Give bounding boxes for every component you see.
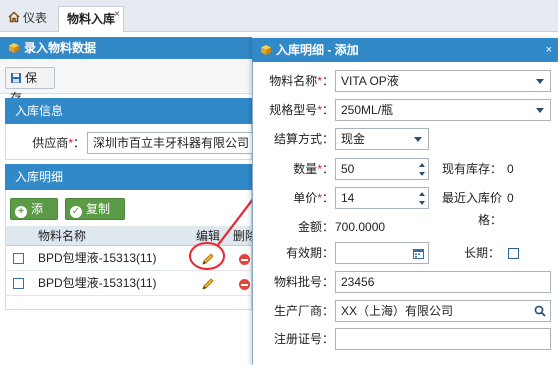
tab-close-icon[interactable]: × <box>114 3 120 27</box>
amount-value: 700.0000 <box>335 220 386 234</box>
decrement-icon[interactable] <box>419 201 425 205</box>
row-material-name: BPD包埋液-15313(11) <box>38 251 157 265</box>
spec-select[interactable]: 250ML/瓶 <box>335 99 551 121</box>
chevron-down-icon <box>536 108 544 113</box>
entry-panel-header: 录入物料数据 <box>0 37 252 59</box>
last-price-value: 0 <box>507 191 514 205</box>
dialog-close-icon[interactable]: × <box>546 38 552 62</box>
batch-number-input[interactable]: 23456 <box>335 271 551 293</box>
check-icon: ✓ <box>70 206 82 218</box>
long-term-label: 长期： <box>463 246 500 260</box>
search-icon[interactable] <box>534 305 546 317</box>
supplier-label: 供应商*： <box>32 136 85 150</box>
row-material-name: BPD包埋液-15313(11) <box>38 276 157 290</box>
dialog-header: 入库明细 - 添加 × <box>252 38 558 62</box>
stock-value: 0 <box>507 162 514 176</box>
long-term-checkbox[interactable] <box>508 248 519 259</box>
col-material-name[interactable]: 物料名称 <box>38 226 86 246</box>
increment-icon[interactable] <box>419 163 425 167</box>
row-checkbox[interactable] <box>13 278 24 289</box>
expiry-label: 有效期： <box>285 246 334 260</box>
price-label: 单价*： <box>293 191 334 205</box>
decrement-icon[interactable] <box>419 172 425 176</box>
quantity-label: 数量*： <box>293 162 334 176</box>
chevron-down-icon <box>414 137 422 142</box>
plus-icon: + <box>15 206 27 218</box>
quantity-stepper[interactable]: 50 <box>335 158 429 180</box>
batch-label: 物料批号： <box>273 275 334 289</box>
inbound-info-header: 入库信息 <box>5 98 252 124</box>
price-stepper[interactable]: 14 <box>335 187 429 209</box>
increment-icon[interactable] <box>419 192 425 196</box>
delete-icon[interactable] <box>239 279 250 290</box>
chevron-down-icon <box>536 79 544 84</box>
copy-row-button[interactable]: ✓复制行 <box>65 198 125 236</box>
spec-label: 规格型号*： <box>269 103 334 117</box>
expiry-date-input[interactable] <box>335 242 429 264</box>
home-icon <box>8 11 20 23</box>
settlement-label: 结算方式： <box>273 132 334 146</box>
registration-input[interactable] <box>335 328 551 350</box>
entry-panel-title: 录入物料数据 <box>24 41 97 55</box>
supplier-field[interactable]: 深圳市百立丰牙科器有限公司 <box>87 132 252 154</box>
tab-receiving[interactable]: 物料入库 × <box>58 6 124 32</box>
settlement-select[interactable]: 现金 <box>335 128 429 150</box>
amount-label: 金额： <box>297 220 334 234</box>
row-checkbox[interactable] <box>13 253 24 264</box>
manufacturer-input[interactable]: XX（上海）有限公司 <box>335 300 551 322</box>
tab-dashboard[interactable]: 仪表盘 <box>0 6 58 49</box>
manufacturer-label: 生产厂商： <box>273 304 334 318</box>
cube-icon <box>9 43 19 53</box>
registration-label: 注册证号： <box>273 332 334 346</box>
add-row-button[interactable]: +添加 <box>10 198 58 236</box>
dialog-title: 入库明细 - 添加 <box>276 43 359 57</box>
last-price-label: 最近入库价格： <box>441 191 502 227</box>
material-name-label: 物料名称*： <box>269 74 334 88</box>
save-button[interactable]: 保存 <box>5 67 55 105</box>
material-name-select[interactable]: VITA OP液 <box>335 70 551 92</box>
calendar-icon[interactable] <box>413 248 424 259</box>
stock-label: 现有库存： <box>441 162 502 176</box>
floppy-disk-icon <box>11 73 21 83</box>
cube-icon <box>261 45 271 55</box>
tab-receiving-label: 物料入库 <box>67 12 116 26</box>
